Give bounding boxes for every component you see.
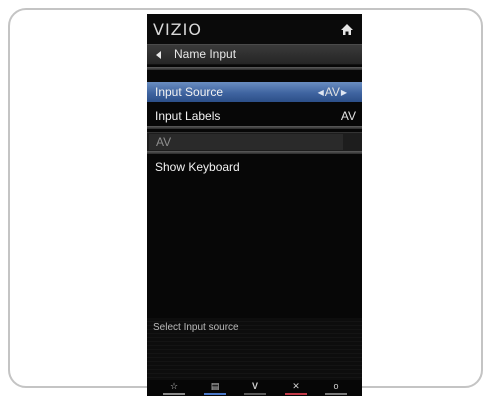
menu-item-label: Input Labels [155, 109, 221, 123]
power-icon: o [333, 381, 339, 391]
v-logo-icon: V [251, 381, 258, 391]
input-source-selector[interactable]: ◀AV▶ [317, 85, 348, 100]
home-icon[interactable] [340, 23, 354, 37]
menu-item-input-labels[interactable]: Input Labels AV [147, 106, 362, 126]
name-input-value: AV [156, 135, 172, 149]
back-button[interactable]: Name Input [147, 44, 362, 65]
menu-separator [147, 126, 362, 129]
v-button[interactable]: V [242, 381, 268, 396]
vizio-logo: VIZIO [153, 20, 202, 39]
menu-item-label: Show Keyboard [155, 160, 240, 174]
close-button[interactable]: ✕ [283, 381, 309, 396]
menu-separator [147, 67, 362, 70]
tv-menu-panel: VIZIO Name Input Input Source ◀AV▶ Input… [147, 14, 362, 396]
menu-item-show-keyboard[interactable]: Show Keyboard [147, 157, 362, 177]
screenshot-canvas: VIZIO Name Input Input Source ◀AV▶ Input… [0, 0, 493, 396]
power-button[interactable]: o [323, 381, 349, 396]
menu-header: VIZIO [147, 14, 362, 44]
help-text: Select Input source [153, 322, 239, 333]
widget-button[interactable]: ▤ [202, 381, 228, 396]
input-labels-value: AV [340, 109, 356, 123]
close-button-underline [285, 393, 307, 395]
power-button-underline [325, 393, 347, 395]
menu-separator [147, 151, 362, 154]
close-icon: ✕ [292, 381, 300, 391]
star-button-underline [163, 393, 185, 395]
menu-item-input-source[interactable]: Input Source ◀AV▶ [147, 82, 362, 102]
back-label: Name Input [174, 47, 237, 61]
v-button-underline [244, 393, 266, 395]
star-button[interactable]: ☆ [161, 381, 187, 396]
name-input-field[interactable]: AV [147, 132, 362, 152]
star-icon: ☆ [169, 381, 179, 391]
back-arrow-icon [156, 51, 161, 59]
widget-button-underline [204, 393, 226, 395]
help-panel: Select Input source [147, 318, 362, 380]
chevron-right-icon[interactable]: ▶ [341, 88, 347, 97]
name-input-box [149, 134, 343, 150]
widget-icon: ▤ [210, 381, 220, 391]
input-source-value: AV [324, 85, 340, 99]
menu-item-label: Input Source [155, 85, 224, 99]
chevron-left-icon[interactable]: ◀ [318, 88, 324, 97]
remote-button-bar: ☆ ▤ V ✕ o [147, 380, 362, 396]
